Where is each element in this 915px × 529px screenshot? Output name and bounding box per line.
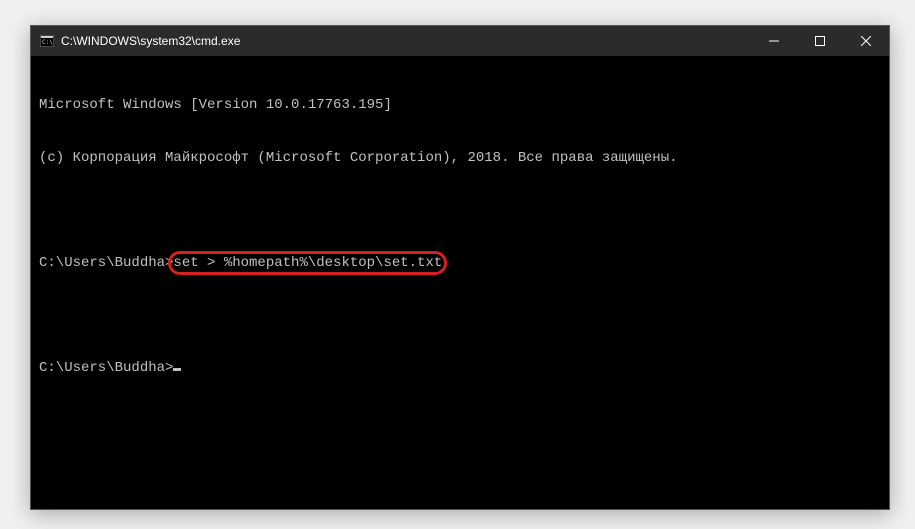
prompt: C:\Users\Buddha>	[39, 255, 173, 273]
cmd-icon: C:\	[39, 33, 55, 49]
blank-line	[39, 307, 881, 325]
prompt: C:\Users\Buddha>	[39, 360, 173, 378]
close-button[interactable]	[843, 26, 889, 56]
command-line-1: C:\Users\Buddha>set > %homepath%\desktop…	[39, 255, 881, 273]
window-controls	[751, 26, 889, 56]
terminal-output[interactable]: Microsoft Windows [Version 10.0.17763.19…	[31, 56, 889, 509]
svg-text:C:\: C:\	[42, 39, 53, 46]
header-line: Microsoft Windows [Version 10.0.17763.19…	[39, 97, 881, 115]
command-line-2: C:\Users\Buddha>	[39, 360, 881, 378]
titlebar[interactable]: C:\ C:\WINDOWS\system32\cmd.exe	[31, 26, 889, 56]
maximize-button[interactable]	[797, 26, 843, 56]
command-text: set > %homepath%\desktop\set.txt	[173, 255, 442, 271]
cmd-window: C:\ C:\WINDOWS\system32\cmd.exe Microsof…	[30, 25, 890, 510]
copyright-line: (c) Корпорация Майкрософт (Microsoft Cor…	[39, 150, 881, 168]
minimize-button[interactable]	[751, 26, 797, 56]
blank-line	[39, 202, 881, 220]
cursor	[173, 368, 181, 371]
window-title: C:\WINDOWS\system32\cmd.exe	[61, 34, 751, 48]
